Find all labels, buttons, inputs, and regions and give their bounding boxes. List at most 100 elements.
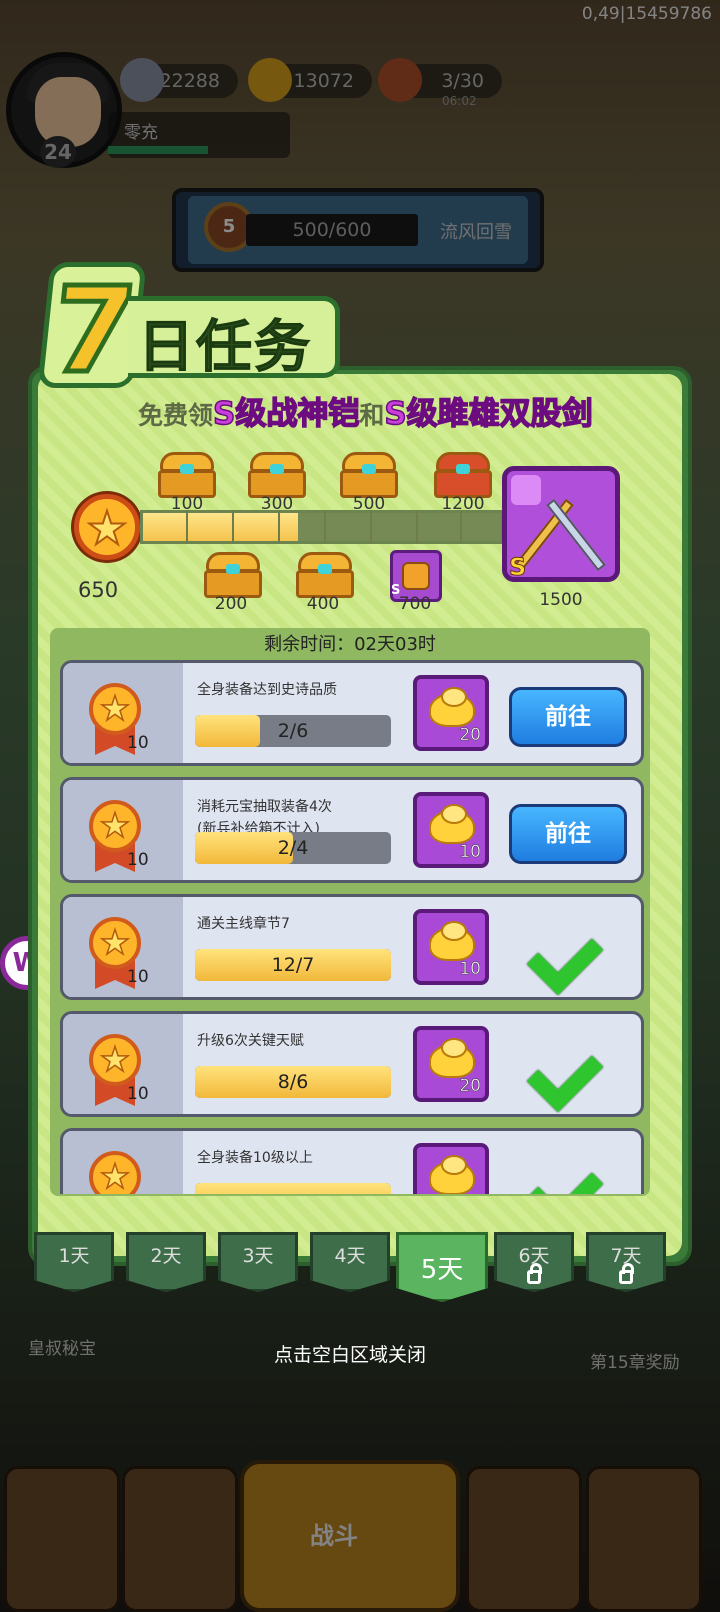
day-tab-label: 2天: [150, 1245, 182, 1267]
gold-ingot-icon: [429, 804, 475, 844]
red-chest-icon-1200[interactable]: [434, 452, 492, 498]
medal-icon: ★: [89, 800, 141, 852]
completed-check-icon: [537, 1038, 603, 1096]
lock-icon: [527, 1263, 542, 1284]
chest-icon-300[interactable]: [248, 452, 306, 498]
task-points: 10: [127, 733, 149, 753]
reward-count: 20: [459, 725, 481, 746]
gold-ingot-icon: [429, 921, 475, 961]
reward-count: 10: [459, 842, 481, 863]
task-description-line: 通关主线章节7: [197, 916, 290, 932]
chest-icon-500[interactable]: [340, 452, 398, 498]
task-row: ★ 10 全身装备达到史诗品质 2/6 20 前往: [60, 660, 644, 766]
gold-ingot-icon: [429, 687, 475, 727]
task-progress-text: 12/7: [271, 954, 315, 976]
task-list[interactable]: ★ 10 全身装备达到史诗品质 2/6 20 前往 ★ 10 消耗元宝抽取装备4次 (新兵补给箱不…: [50, 652, 650, 1194]
task-points: 10: [127, 850, 149, 870]
milestone-label-1500: 1500: [539, 590, 583, 610]
chest-icon-400[interactable]: [296, 552, 354, 598]
gold-reward-slot[interactable]: 20: [413, 1026, 489, 1102]
gold-ingot-icon: [429, 1038, 475, 1078]
medal-icon: ★: [89, 1151, 141, 1194]
subtitle-mid: 和: [359, 401, 385, 430]
task-row: ★ 10 消耗元宝抽取装备4次 (新兵补给箱不计入) 2/4 10 前往: [60, 777, 644, 883]
subtitle-item1: S级战神铠: [212, 395, 360, 433]
current-points: 650: [78, 578, 119, 602]
task-progress-text: 2/4: [277, 837, 309, 859]
star-icon: ★: [99, 1039, 131, 1081]
day-tab-1[interactable]: 1天: [34, 1232, 114, 1292]
medal-icon: ★: [89, 683, 141, 735]
star-icon: ★: [99, 922, 131, 964]
track-divider: [370, 510, 372, 544]
track-divider: [186, 510, 188, 544]
completed-check-icon: [537, 921, 603, 979]
task-description-line: 全身装备10级以上: [197, 1150, 313, 1166]
day-tab-4[interactable]: 4天: [310, 1232, 390, 1292]
go-button[interactable]: 前往: [509, 804, 627, 864]
task-progress-bar: 8/6: [195, 1066, 391, 1098]
subtitle-pre: 免费领: [138, 401, 214, 430]
gold-reward-slot[interactable]: 10: [413, 909, 489, 985]
task-description-line: 消耗元宝抽取装备4次: [197, 799, 332, 815]
reward-count: 10: [459, 959, 481, 980]
task-progress-bar: [195, 1183, 391, 1194]
star-icon: ★: [99, 1156, 131, 1194]
track-divider: [324, 510, 326, 544]
task-description: 全身装备10级以上: [197, 1147, 313, 1169]
milestone-label-700: 700: [398, 594, 432, 614]
chest-icon-200[interactable]: [204, 552, 262, 598]
day-tab-label: 4天: [334, 1245, 366, 1267]
task-description: 升级6次关键天赋: [197, 1030, 304, 1052]
points-medal-icon: ★: [74, 494, 140, 560]
gold-reward-slot[interactable]: 20: [413, 675, 489, 751]
task-progress-text: 2/6: [277, 720, 309, 742]
gold-reward-slot[interactable]: 10: [413, 792, 489, 868]
track-divider: [416, 510, 418, 544]
task-points: 10: [127, 1084, 149, 1104]
reward-count: 20: [459, 1076, 481, 1097]
day-tab-label: 3天: [242, 1245, 274, 1267]
task-progress-fill: [195, 1183, 391, 1194]
day-tab-6[interactable]: 6天: [494, 1232, 574, 1292]
milestone-label-300: 300: [260, 494, 294, 514]
milestone-label-1200: 1200: [441, 494, 485, 514]
milestone-fill: [143, 513, 298, 541]
panel-title: 日任务: [138, 315, 312, 381]
day-tab-label: 1天: [58, 1245, 90, 1267]
task-row: ★10全身装备10级以上: [60, 1128, 644, 1194]
star-icon: ★: [99, 688, 131, 730]
panel-subtitle: 免费领S级战神铠和S级雎雄双股剑: [138, 388, 593, 433]
medal-icon: ★: [89, 917, 141, 969]
star-icon: ★: [85, 500, 128, 556]
task-progress-bar: 12/7: [195, 949, 391, 981]
day-tab-2[interactable]: 2天: [126, 1232, 206, 1292]
day-tab-3[interactable]: 3天: [218, 1232, 298, 1292]
task-progress-bar: 2/6: [195, 715, 391, 747]
milestone-label-500: 500: [352, 494, 386, 514]
task-description: 通关主线章节7: [197, 913, 290, 935]
milestone-label-400: 400: [306, 594, 340, 614]
day-tab-7[interactable]: 7天: [586, 1232, 666, 1292]
s-sword-reward-icon[interactable]: S: [502, 466, 620, 582]
gold-reward-slot[interactable]: [413, 1143, 489, 1194]
task-progress-text: 8/6: [277, 1071, 309, 1093]
star-icon: ★: [99, 805, 131, 847]
task-description: 全身装备达到史诗品质: [197, 679, 337, 701]
task-row: ★ 10 通关主线章节7 12/7 10: [60, 894, 644, 1000]
track-divider: [460, 510, 462, 544]
day-tab-label: 5天: [420, 1255, 464, 1285]
task-description-line: 升级6次关键天赋: [197, 1033, 304, 1049]
go-button[interactable]: 前往: [509, 687, 627, 747]
day-tab-5[interactable]: 5天: [396, 1232, 488, 1302]
medal-icon: ★: [89, 1034, 141, 1086]
gold-ingot-icon: [429, 1155, 475, 1194]
lock-icon: [619, 1263, 634, 1284]
track-divider: [278, 510, 280, 544]
milestone-label-200: 200: [214, 594, 248, 614]
subtitle-item2: S级雎雄双股剑: [384, 395, 594, 433]
task-description-line: 全身装备达到史诗品质: [197, 682, 337, 698]
track-divider: [232, 510, 234, 544]
task-progress-bar: 2/4: [195, 832, 391, 864]
chest-icon-100[interactable]: [158, 452, 216, 498]
